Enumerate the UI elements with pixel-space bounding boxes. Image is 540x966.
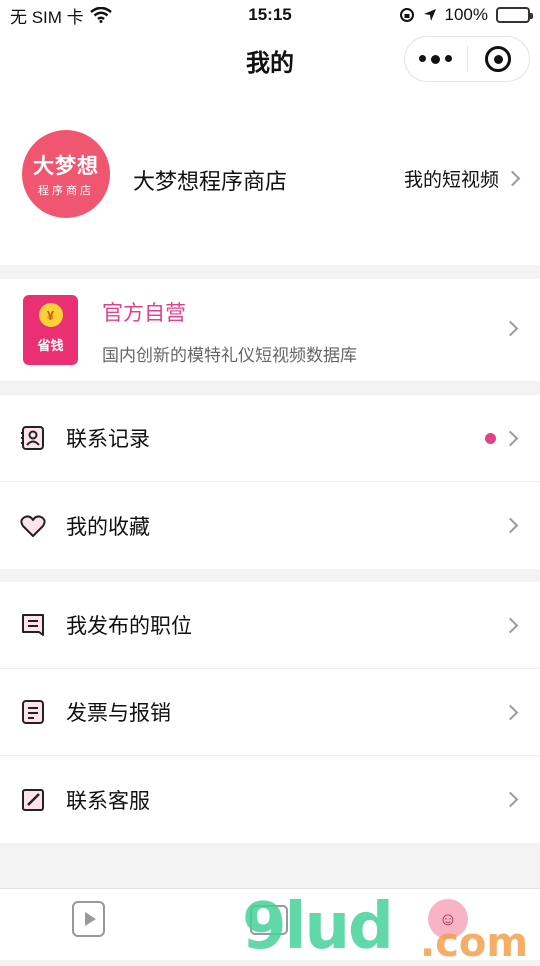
menu-label: 我发布的职位 <box>66 615 192 638</box>
menu-label: 联系客服 <box>66 789 150 813</box>
wifi-icon <box>89 7 112 23</box>
menu-item-customer-service[interactable]: 联系客服 <box>0 756 540 843</box>
more-button[interactable] <box>405 37 467 81</box>
page-title: 我的 <box>246 49 294 77</box>
status-right: 100% <box>399 5 533 25</box>
chevron-right-icon <box>502 617 519 633</box>
menu-item-invoice[interactable]: 发票与报销 <box>0 669 540 756</box>
location-arrow-icon <box>423 9 436 21</box>
rotation-lock-icon <box>399 8 414 22</box>
nav-bar: 我的 <box>0 30 540 90</box>
chevron-right-icon <box>504 170 521 187</box>
avatar[interactable]: 大梦想 程序商店 <box>22 130 110 218</box>
unread-dot <box>485 432 496 444</box>
menu-item-favorites[interactable]: 我的收藏 <box>0 482 540 569</box>
promo-subtitle: 国内创新的模特礼仪短视频数据库 <box>102 346 357 365</box>
chevron-right-icon <box>502 430 519 446</box>
chevron-right-icon <box>502 517 519 534</box>
savings-icon: ¥ 省钱 <box>23 295 78 365</box>
menu-label: 发票与报销 <box>66 702 171 725</box>
carrier-label: 无 SIM 卡 <box>10 7 84 27</box>
edit-icon <box>22 788 44 811</box>
menu-group-2: 我发布的职位 发票与报销 联系客服 <box>0 582 540 843</box>
heart-icon <box>20 514 46 537</box>
target-icon <box>485 46 512 72</box>
chevron-right-icon <box>502 704 519 720</box>
watermark-suffix: .com <box>420 920 529 966</box>
status-bar: 无 SIM 卡 15:15 100% <box>0 0 540 30</box>
profile-card: 大梦想 程序商店 大梦想程序商店 我的短视频 <box>0 90 540 265</box>
chevron-right-icon <box>502 791 519 808</box>
document-icon <box>22 614 44 636</box>
my-videos-link[interactable]: 我的短视频 <box>403 165 521 192</box>
status-time: 15:15 <box>248 5 292 24</box>
receipt-icon <box>22 700 44 724</box>
promo-banner[interactable]: ¥ 省钱 官方自营 国内创新的模特礼仪短视频数据库 <box>0 279 540 381</box>
menu-group-1: 联系记录 我的收藏 <box>0 395 540 569</box>
my-videos-label: 我的短视频 <box>403 170 499 191</box>
avatar-text-sub: 程序商店 <box>38 185 94 197</box>
promo-title: 官方自营 <box>102 302 186 325</box>
close-miniprogram-button[interactable] <box>468 37 530 81</box>
watermark-logo: 9lud <box>242 890 394 964</box>
savings-label: 省钱 <box>37 338 64 353</box>
battery-percent: 100% <box>444 5 488 24</box>
more-dots-icon <box>419 54 453 64</box>
coin-icon: ¥ <box>38 303 63 327</box>
contacts-icon <box>21 426 44 450</box>
miniprogram-capsule <box>404 36 530 82</box>
chevron-right-icon <box>502 320 519 337</box>
menu-label: 联系记录 <box>66 428 150 451</box>
menu-label: 我的收藏 <box>66 515 150 539</box>
profile-name: 大梦想程序商店 <box>133 169 288 194</box>
menu-item-my-jobs[interactable]: 我发布的职位 <box>0 582 540 669</box>
menu-item-contact-records[interactable]: 联系记录 <box>0 395 540 482</box>
carrier-info: 无 SIM 卡 <box>10 3 112 28</box>
tab-video[interactable] <box>72 901 105 937</box>
avatar-text-main: 大梦想 <box>33 155 99 178</box>
battery-icon <box>496 7 533 23</box>
